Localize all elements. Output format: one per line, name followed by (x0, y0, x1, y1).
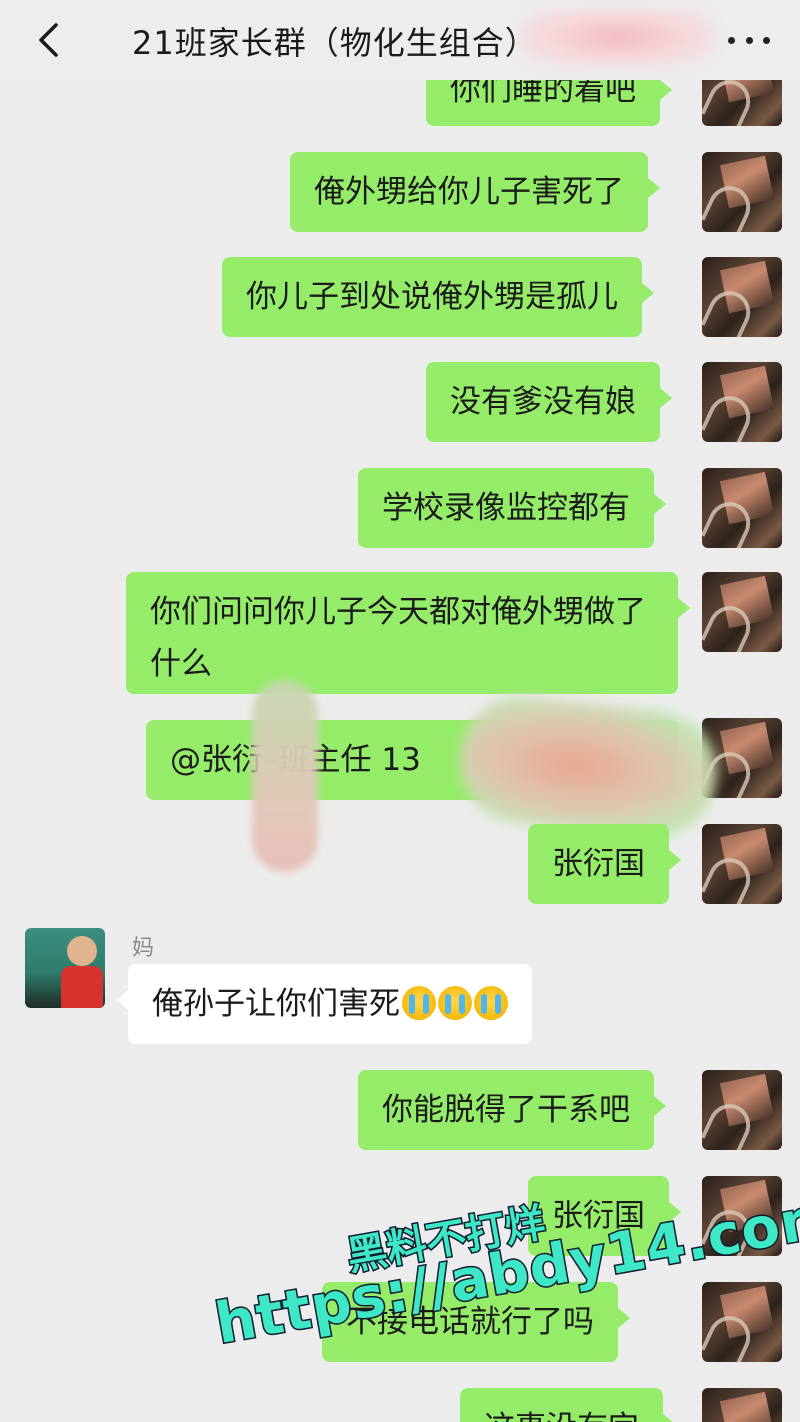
message-bubble[interactable]: 俺孙子让你们害死 (116, 964, 532, 1044)
message-bubble[interactable]: 你儿子到处说俺外甥是孤儿 (222, 257, 654, 337)
crying-emoji-icon (402, 986, 436, 1020)
more-button[interactable] (728, 34, 770, 46)
crying-emoji-icon (438, 986, 472, 1020)
message-text: 俺外甥给你儿子害死了 (314, 174, 624, 210)
avatar[interactable] (702, 362, 782, 442)
avatar[interactable] (702, 152, 782, 232)
chat-header: 21班家长群（物化生组合） (0, 0, 800, 80)
sender-name: 妈 (132, 936, 155, 961)
message-text: 张衍国 (552, 846, 645, 882)
avatar[interactable] (702, 1388, 782, 1422)
message-bubble[interactable]: 你能脱得了干系吧 (358, 1070, 666, 1150)
avatar[interactable] (25, 928, 105, 1008)
message-text: 俺孙子让你们害死 (152, 986, 400, 1022)
more-dots-icon (728, 36, 735, 44)
avatar[interactable] (702, 824, 782, 904)
message-bubble[interactable]: 你们问问你儿子今天都对俺外甥做了什么 (126, 572, 690, 694)
avatar[interactable] (702, 257, 782, 337)
message-bubble[interactable]: 张衍国 (528, 824, 681, 904)
avatar[interactable] (702, 1282, 782, 1362)
chat-title: 21班家长群（物化生组合） (132, 24, 538, 62)
crying-emoji-icon (474, 986, 508, 1020)
message-text: 没有爹没有娘 (450, 384, 636, 420)
message-bubble[interactable]: 俺外甥给你儿子害死了 (290, 152, 660, 232)
message-bubble[interactable]: 学校录像监控都有 (358, 468, 666, 548)
back-button[interactable] (28, 20, 68, 60)
redaction-blur (252, 680, 318, 872)
avatar[interactable] (702, 572, 782, 652)
message-text: 这事没有完 (484, 1410, 639, 1422)
redaction-blur (520, 8, 715, 66)
message-text: 你们问问你儿子今天都对俺外甥做了什么 (150, 594, 646, 682)
chevron-left-icon (39, 23, 58, 57)
redaction-blur (454, 690, 722, 844)
avatar[interactable] (702, 468, 782, 548)
avatar[interactable] (702, 1070, 782, 1150)
message-text: 你能脱得了干系吧 (382, 1092, 630, 1128)
message-text: 学校录像监控都有 (382, 490, 630, 526)
message-bubble[interactable]: 没有爹没有娘 (426, 362, 672, 442)
message-bubble[interactable]: 这事没有完 (460, 1388, 675, 1422)
message-text: 你儿子到处说俺外甥是孤儿 (246, 279, 618, 315)
